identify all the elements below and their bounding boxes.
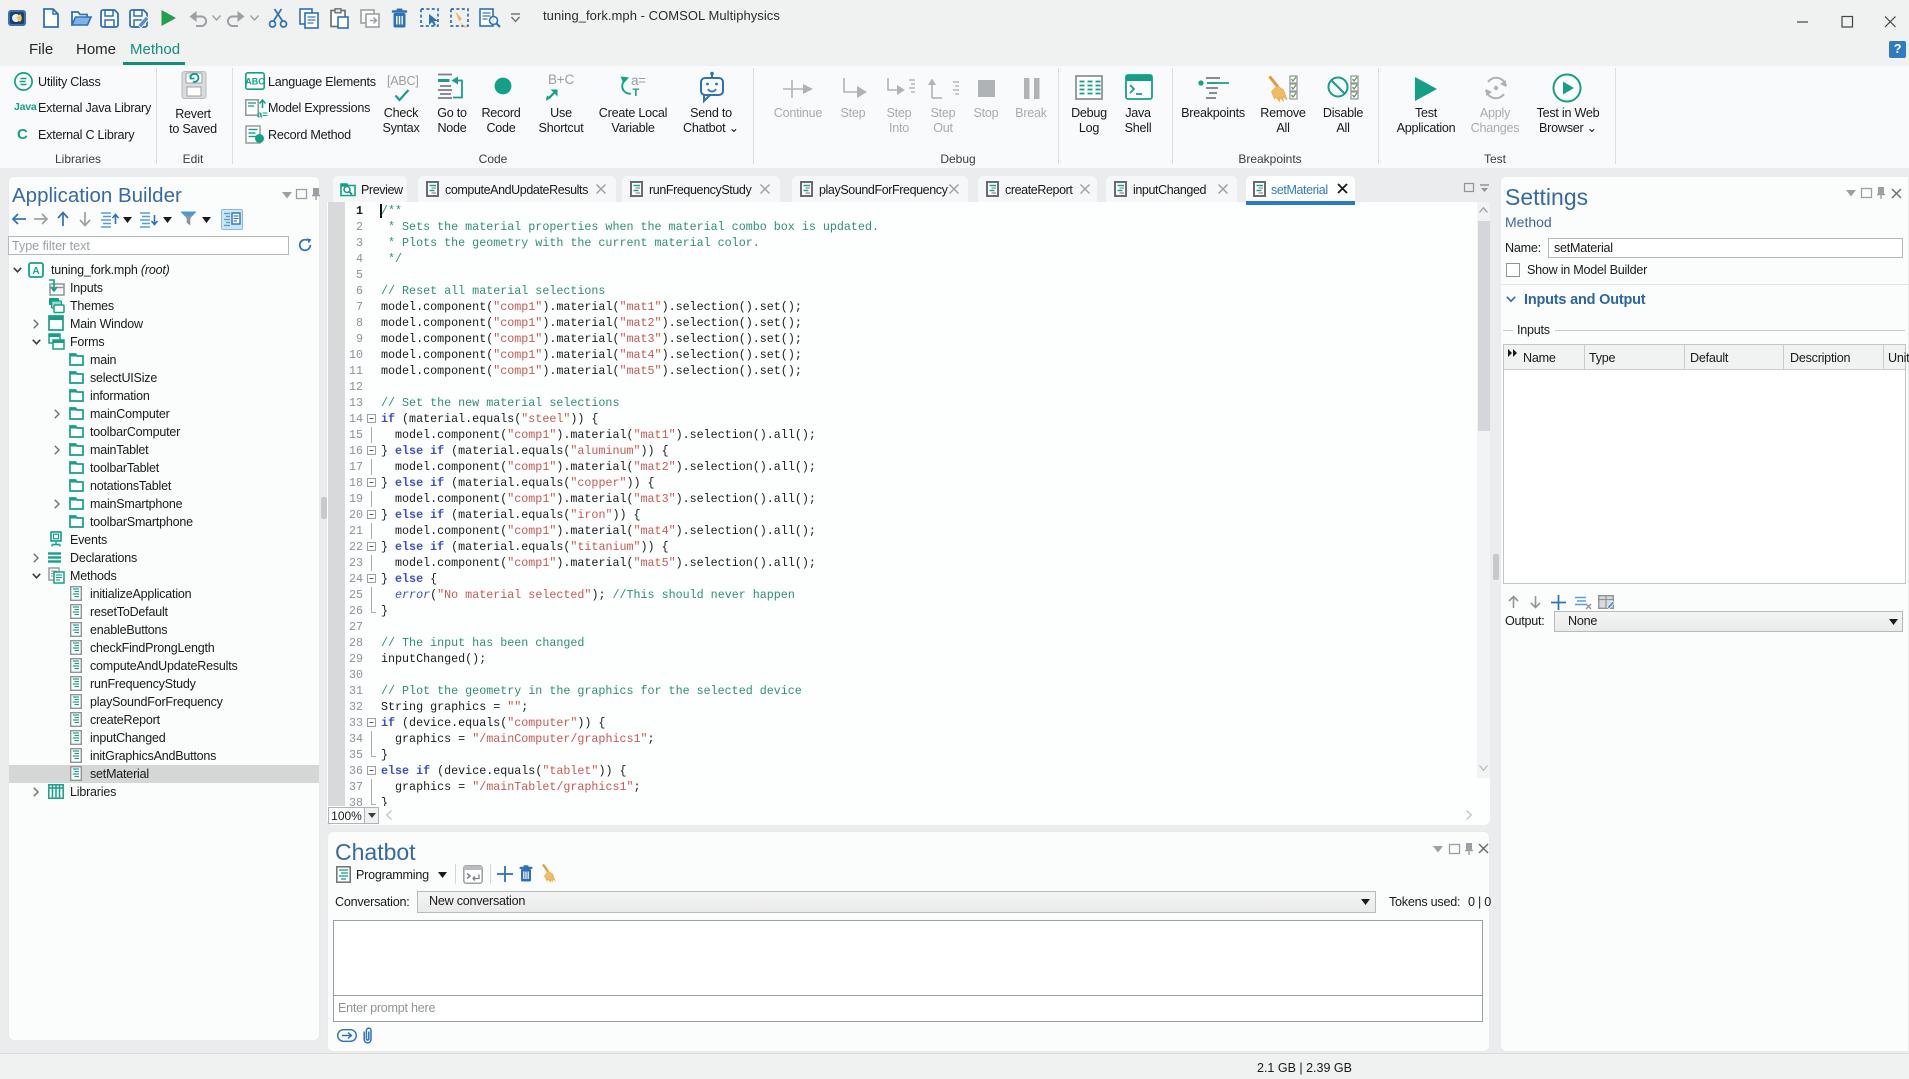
- svg-text:a=: a=: [631, 73, 646, 88]
- svg-text:a=: a=: [257, 110, 268, 121]
- svg-text:ABC: ABC: [245, 77, 265, 87]
- svg-text:T: T: [633, 87, 640, 99]
- svg-text:A: A: [32, 266, 39, 277]
